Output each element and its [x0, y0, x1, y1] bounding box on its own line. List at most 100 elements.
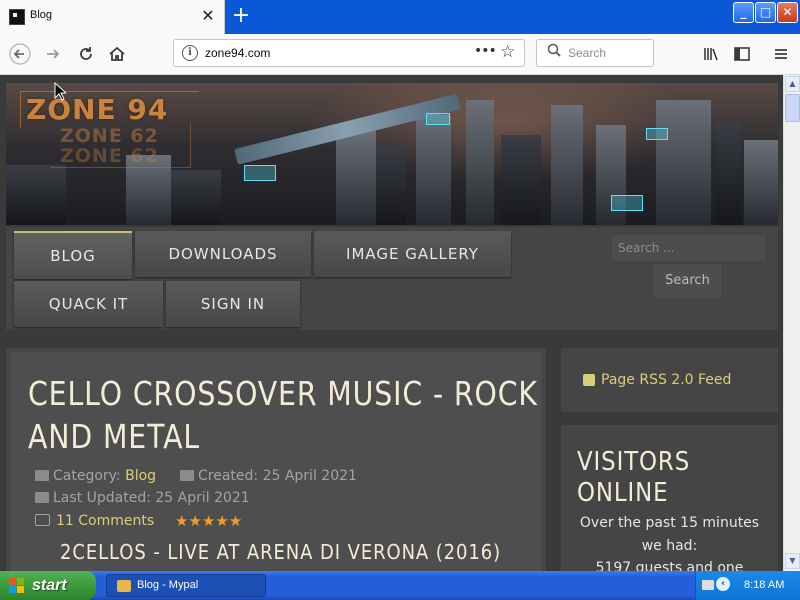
- windows-flag-icon: [9, 578, 25, 594]
- banner-building: [716, 120, 741, 225]
- close-window-button[interactable]: ✕: [777, 2, 798, 23]
- site-nav: BLOG DOWNLOADS IMAGE GALLERY QUACK IT SI…: [6, 227, 778, 330]
- banner-building: [416, 115, 451, 225]
- rss-panel: Page RSS 2.0 Feed: [561, 348, 778, 412]
- comment-icon: [35, 514, 50, 526]
- tab-close-icon[interactable]: ✕: [200, 7, 216, 25]
- article-category: Category: Blog: [35, 468, 156, 484]
- updated-date: Last Updated: 25 April 2021: [53, 490, 250, 506]
- banner-hologram: [646, 128, 668, 140]
- page-content: ZONE 94 ZONE 62 ZONE 62 BLOG DOWNLOADS I…: [0, 75, 783, 571]
- banner-building: [376, 145, 406, 225]
- article-title-line: CELLO CROSSOVER MUSIC - ROCK: [28, 374, 538, 413]
- banner-building: [656, 100, 711, 225]
- maximize-button[interactable]: □: [755, 2, 776, 23]
- folder-icon: [35, 470, 49, 481]
- article-updated: Last Updated: 25 April 2021: [35, 490, 250, 506]
- browser-tabbar: Blog ✕ + _ □ ✕: [0, 0, 800, 34]
- back-icon[interactable]: [9, 43, 31, 65]
- clock[interactable]: 8:18 AM: [744, 571, 784, 600]
- visitors-title: VISITORS ONLINE: [577, 447, 735, 509]
- menu-item-downloads[interactable]: DOWNLOADS: [135, 231, 311, 277]
- scroll-thumb[interactable]: [785, 94, 800, 122]
- banner-hologram: [611, 195, 643, 211]
- site-search-button[interactable]: Search: [654, 264, 721, 298]
- calendar-icon: [35, 492, 49, 503]
- banner-hologram: [426, 113, 450, 125]
- calendar-icon: [180, 470, 194, 481]
- visitors-text-line: we had:: [641, 537, 698, 554]
- site-logo-sub: ZONE 62: [60, 145, 159, 167]
- forward-icon[interactable]: [42, 43, 64, 65]
- site-logo-sub: ZONE 62: [60, 125, 159, 147]
- favicon-icon: [9, 9, 25, 25]
- rss-icon: [583, 374, 595, 386]
- site-search-placeholder: Search ...: [618, 241, 675, 255]
- tray-expand-icon[interactable]: ‹: [716, 577, 730, 591]
- article-title[interactable]: CELLO CROSSOVER MUSIC - ROCK AND METAL: [28, 372, 538, 458]
- keyboard-icon[interactable]: [702, 580, 714, 590]
- menu-item-quack-it[interactable]: QUACK IT: [14, 281, 163, 327]
- tab-blog[interactable]: Blog ✕: [0, 0, 225, 34]
- visitors-text: Over the past 15 minutes we had: 5197 gu…: [567, 512, 772, 571]
- banner-hologram: [244, 165, 276, 181]
- browser-search-placeholder: Search: [568, 46, 607, 60]
- scroll-up-icon[interactable]: ▲: [785, 76, 800, 92]
- menu-icon[interactable]: [770, 43, 792, 65]
- browser-toolbar: i zone94.com ••• ☆ Search: [0, 34, 800, 75]
- reload-icon[interactable]: [75, 43, 97, 65]
- info-icon[interactable]: i: [182, 45, 198, 61]
- menu-item-blog[interactable]: BLOG: [14, 231, 132, 279]
- comments-link[interactable]: 11 Comments: [35, 513, 154, 529]
- visitors-title-line: ONLINE: [577, 478, 669, 508]
- article-body: CELLO CROSSOVER MUSIC - ROCK AND METAL C…: [10, 352, 542, 571]
- visitors-text-line: 5197 guests and one: [595, 560, 744, 571]
- category-label: Category:: [53, 468, 121, 484]
- visitors-panel: VISITORS ONLINE Over the past 15 minutes…: [561, 425, 778, 571]
- taskbar-item-browser[interactable]: Blog - Mypal: [106, 574, 266, 597]
- banner-building: [171, 170, 221, 225]
- rss-link[interactable]: Page RSS 2.0 Feed: [601, 372, 731, 388]
- banner-building: [551, 105, 583, 225]
- system-tray: ‹ 8:18 AM: [695, 571, 800, 600]
- rating-stars[interactable]: ★★★★★: [175, 512, 242, 530]
- more-icon[interactable]: •••: [474, 43, 497, 59]
- site-search-input[interactable]: Search ...: [611, 234, 766, 262]
- article: CELLO CROSSOVER MUSIC - ROCK AND METAL C…: [6, 348, 546, 571]
- browser-search-input[interactable]: Search: [536, 39, 654, 67]
- banner-building: [6, 165, 66, 225]
- start-button[interactable]: start: [0, 571, 96, 600]
- category-link[interactable]: Blog: [125, 468, 156, 484]
- site-logo[interactable]: ZONE 94: [26, 93, 168, 126]
- article-subtitle: 2CELLOS - LIVE AT ARENA DI VERONA (2016): [60, 540, 502, 564]
- bookmark-star-icon[interactable]: ☆: [500, 42, 515, 62]
- start-label: start: [32, 577, 67, 594]
- visitors-text-line: Over the past 15 minutes: [579, 515, 760, 531]
- banner-building: [336, 130, 376, 225]
- menu-item-sign-in[interactable]: SIGN IN: [166, 281, 300, 327]
- library-icon[interactable]: [700, 43, 722, 65]
- article-title-line: AND METAL: [28, 417, 201, 456]
- url-bar[interactable]: i zone94.com ••• ☆: [173, 39, 525, 67]
- minimize-button[interactable]: _: [733, 2, 754, 23]
- home-icon[interactable]: [106, 43, 128, 65]
- visitors-title-line: VISITORS: [577, 447, 691, 477]
- taskbar: start Blog - Mypal ‹ 8:18 AM: [0, 571, 800, 600]
- menu-item-image-gallery[interactable]: IMAGE GALLERY: [314, 231, 511, 277]
- browser-app-icon: [117, 580, 131, 592]
- url-text[interactable]: zone94.com: [205, 46, 270, 60]
- article-created: Created: 25 April 2021: [180, 468, 357, 484]
- vertical-scrollbar[interactable]: ▲ ▼: [783, 75, 800, 571]
- banner-building: [744, 140, 778, 225]
- sidebar-icon[interactable]: [731, 43, 753, 65]
- taskbar-item-label: Blog - Mypal: [137, 579, 199, 591]
- mouse-cursor-icon: [54, 82, 66, 101]
- created-date: Created: 25 April 2021: [198, 468, 357, 484]
- new-tab-button[interactable]: +: [230, 5, 252, 27]
- tab-title: Blog: [30, 9, 53, 21]
- search-icon: [547, 43, 561, 61]
- site-banner: ZONE 94 ZONE 62 ZONE 62: [6, 83, 778, 225]
- banner-building: [466, 100, 494, 225]
- comments-count: 11 Comments: [56, 513, 155, 529]
- scroll-down-icon[interactable]: ▼: [785, 553, 800, 569]
